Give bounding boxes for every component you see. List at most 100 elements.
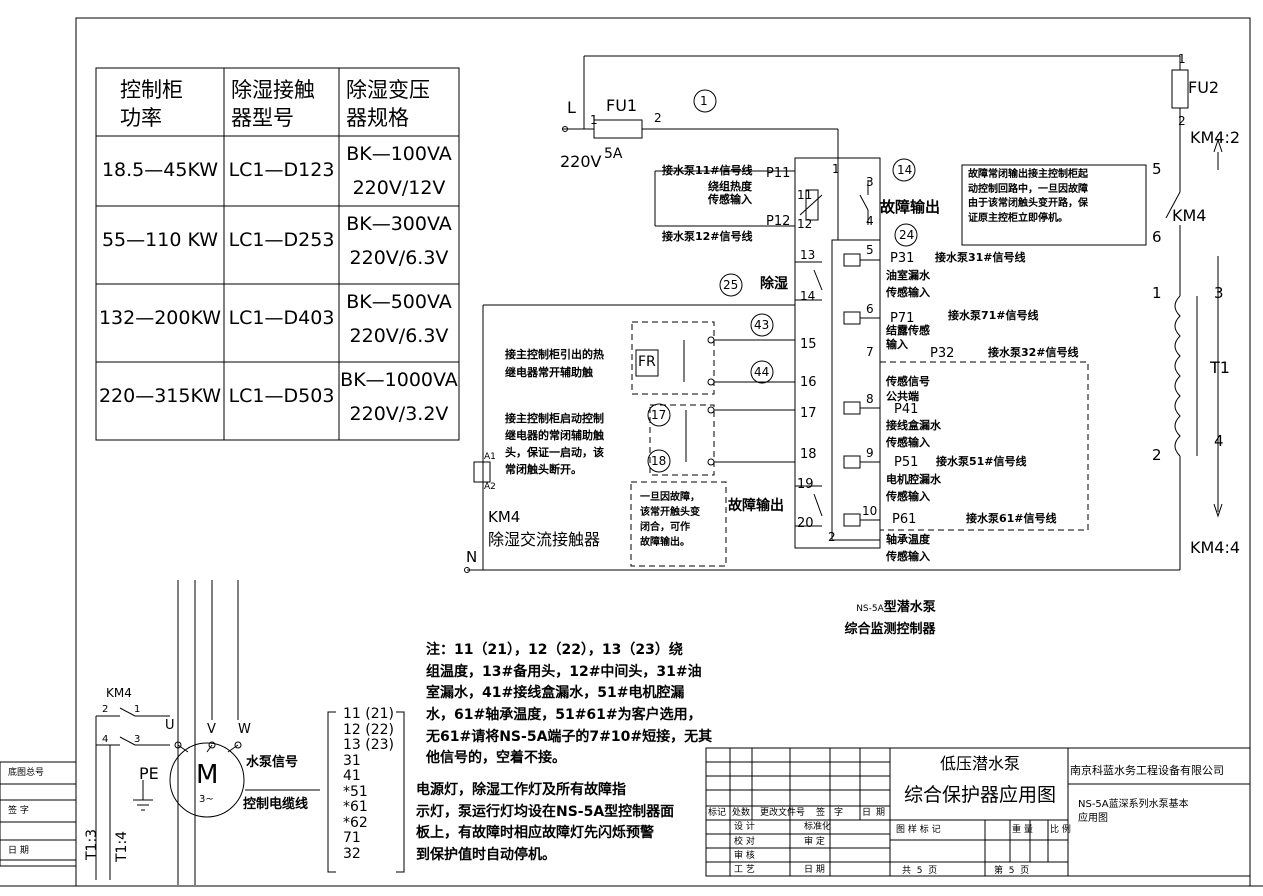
cable-number: *51	[343, 783, 368, 800]
label-pump11: 接水泵11#信号线	[662, 164, 753, 177]
spec-header-contactor-1: 除湿接触	[231, 78, 315, 102]
label-pe: PE	[139, 764, 159, 783]
circle-1: 1	[700, 94, 708, 108]
label-num-1b: 1	[832, 162, 840, 176]
label-voltage: 220V	[560, 152, 602, 171]
cable-number: 13 (23)	[343, 737, 395, 753]
spec-cell-contactor: LC1—D123	[228, 159, 335, 181]
label-num-13: 13	[800, 248, 816, 262]
circle-44: 44	[754, 365, 770, 379]
label-FU2: FU2	[1188, 78, 1220, 97]
label-km4-4: KM4:4	[1190, 538, 1241, 557]
label-km4-coil-desc: 除湿交流接触器	[488, 530, 601, 549]
label-u: U	[165, 718, 175, 733]
spec-header-power-1: 控制柜	[120, 78, 183, 102]
tb-process: 工 艺	[734, 865, 755, 875]
label-num-1c: 1	[1178, 52, 1186, 66]
label-signal: 水泵信号	[246, 755, 299, 770]
label-motor-leak: 电机腔漏水 传感输入	[886, 473, 941, 503]
label-num-2c: 2	[1178, 114, 1186, 128]
spec-cell-transformer-v: 220V/6.3V	[349, 325, 449, 347]
label-sensor-common: 传感信号 公共端	[886, 375, 930, 404]
label-t1: T1	[1210, 358, 1230, 377]
label-w: W	[238, 722, 251, 737]
label-num-14: 14	[800, 289, 816, 303]
label-p31: P31	[890, 251, 915, 266]
label-start-note: 接主控制柜启动控制 继电器的常闭辅助触 头，保证一启动，该 常闭触头断开。	[505, 412, 604, 477]
label-num-2a: 2	[654, 111, 662, 125]
label-pump12: 接水泵12#信号线	[662, 230, 753, 243]
tb-total-pages: 共 5 页	[902, 866, 938, 876]
label-p51: P51	[894, 455, 919, 470]
revision-header: 字	[834, 808, 844, 818]
label-num-9: 9	[866, 446, 874, 460]
note-1: 注：11（21），12（22），13（23）绕 组温度，13#备用头，12#中间…	[426, 642, 713, 767]
motor-symbol: M	[196, 760, 219, 790]
main-circuit	[464, 55, 1223, 573]
label-num-18: 18	[800, 447, 817, 462]
circle-18: 18	[651, 454, 667, 468]
label-fault-note: 故障常闭输出接主控制柜起 动控制回路中，一旦因故障 由于该常闭触头变开路，保 证…	[968, 169, 1088, 224]
title-block-subtitle: NS-5A蓝深系列水泵基本 应用图	[1078, 799, 1189, 824]
tb-check: 校 对	[734, 837, 755, 847]
cable-number: *61	[343, 799, 368, 815]
circle-43: 43	[754, 318, 770, 332]
label-num-12: 12	[797, 217, 813, 231]
cable-number: 41	[343, 768, 361, 784]
title-block-title1: 低压潜水泵	[939, 754, 1020, 773]
tb-scale: 比 例	[1050, 825, 1071, 835]
circle-17: 17	[651, 408, 667, 422]
label-pump71: 接水泵71#信号线	[948, 309, 1039, 322]
label-N: N	[466, 548, 478, 566]
controller-title-line2: 综合监测控制器	[844, 622, 936, 637]
circle-24: 24	[899, 228, 915, 242]
spec-cell-power: 132—200KW	[98, 307, 222, 329]
tb-page: 第 5 页	[994, 866, 1030, 876]
cable-number: 11 (21)	[343, 706, 395, 722]
spec-cell-power: 220—315KW	[98, 385, 222, 407]
cable-number: *62	[343, 814, 368, 831]
label-num-16: 16	[800, 375, 817, 390]
label-v: V	[207, 722, 216, 737]
label-num-5b: 5	[866, 243, 874, 257]
label-num-11: 11	[797, 188, 813, 202]
label-motor-num-3: 3	[134, 734, 141, 745]
tb-audit: 审 核	[734, 851, 755, 861]
label-junction-leak: 接线盒漏水 传感输入	[886, 419, 941, 449]
label-motor-num-2: 2	[102, 704, 109, 715]
label-fault-output-2: 故障输出	[728, 498, 784, 514]
label-num-10: 10	[862, 504, 878, 518]
label-pump32: 接水泵32#信号线	[988, 346, 1079, 359]
label-num-17: 17	[800, 406, 817, 421]
label-cond-sensor: 结露传感 输入	[886, 324, 930, 352]
cable-number: 31	[343, 752, 361, 769]
label-km4-2: KM4:2	[1190, 128, 1241, 147]
revision-header: 期	[876, 808, 886, 818]
label-num-20: 20	[797, 516, 814, 531]
spec-cell-transformer-va: BK—1000VA	[340, 369, 458, 391]
label-cable: 控制电缆线	[243, 797, 309, 812]
spec-cell-transformer-va: BK—300VA	[346, 213, 452, 235]
label-num-15: 15	[800, 337, 817, 352]
label-pump31: 接水泵31#信号线	[935, 251, 1026, 264]
label-t13: T1:3	[84, 828, 100, 860]
spec-cell-transformer-v: 220V/6.3V	[349, 247, 449, 269]
label-motor-num-4: 4	[102, 734, 109, 745]
spec-cell-power: 18.5—45KW	[101, 159, 219, 181]
label-bearing-temp: 轴承温度 传感输入	[886, 533, 930, 563]
spec-header-contactor-2: 器型号	[231, 106, 294, 130]
label-L: L	[567, 98, 576, 117]
spec-cell-transformer-v: 220V/12V	[352, 177, 446, 199]
label-fu1-rating: 5A	[604, 146, 623, 162]
cable-number: 71	[343, 830, 361, 846]
tb-standard: 标准化	[804, 822, 832, 832]
label-dehumid: 除湿	[760, 276, 788, 292]
label-fault-output: 故障输出	[880, 198, 941, 216]
label-num-5: 5	[1152, 160, 1162, 178]
label-fr-note: 接主控制柜引出的热 继电器常开辅助触	[505, 348, 604, 379]
label-num-4: 4	[866, 214, 874, 228]
motor-phase: 3~	[199, 794, 214, 805]
label-fault-box-note: 一旦因故障， 该常开触头变 闭合，可作 故障输出。	[640, 492, 700, 548]
label-t1-pin4: 4	[1214, 432, 1224, 450]
tb-design: 设 计	[734, 822, 755, 832]
